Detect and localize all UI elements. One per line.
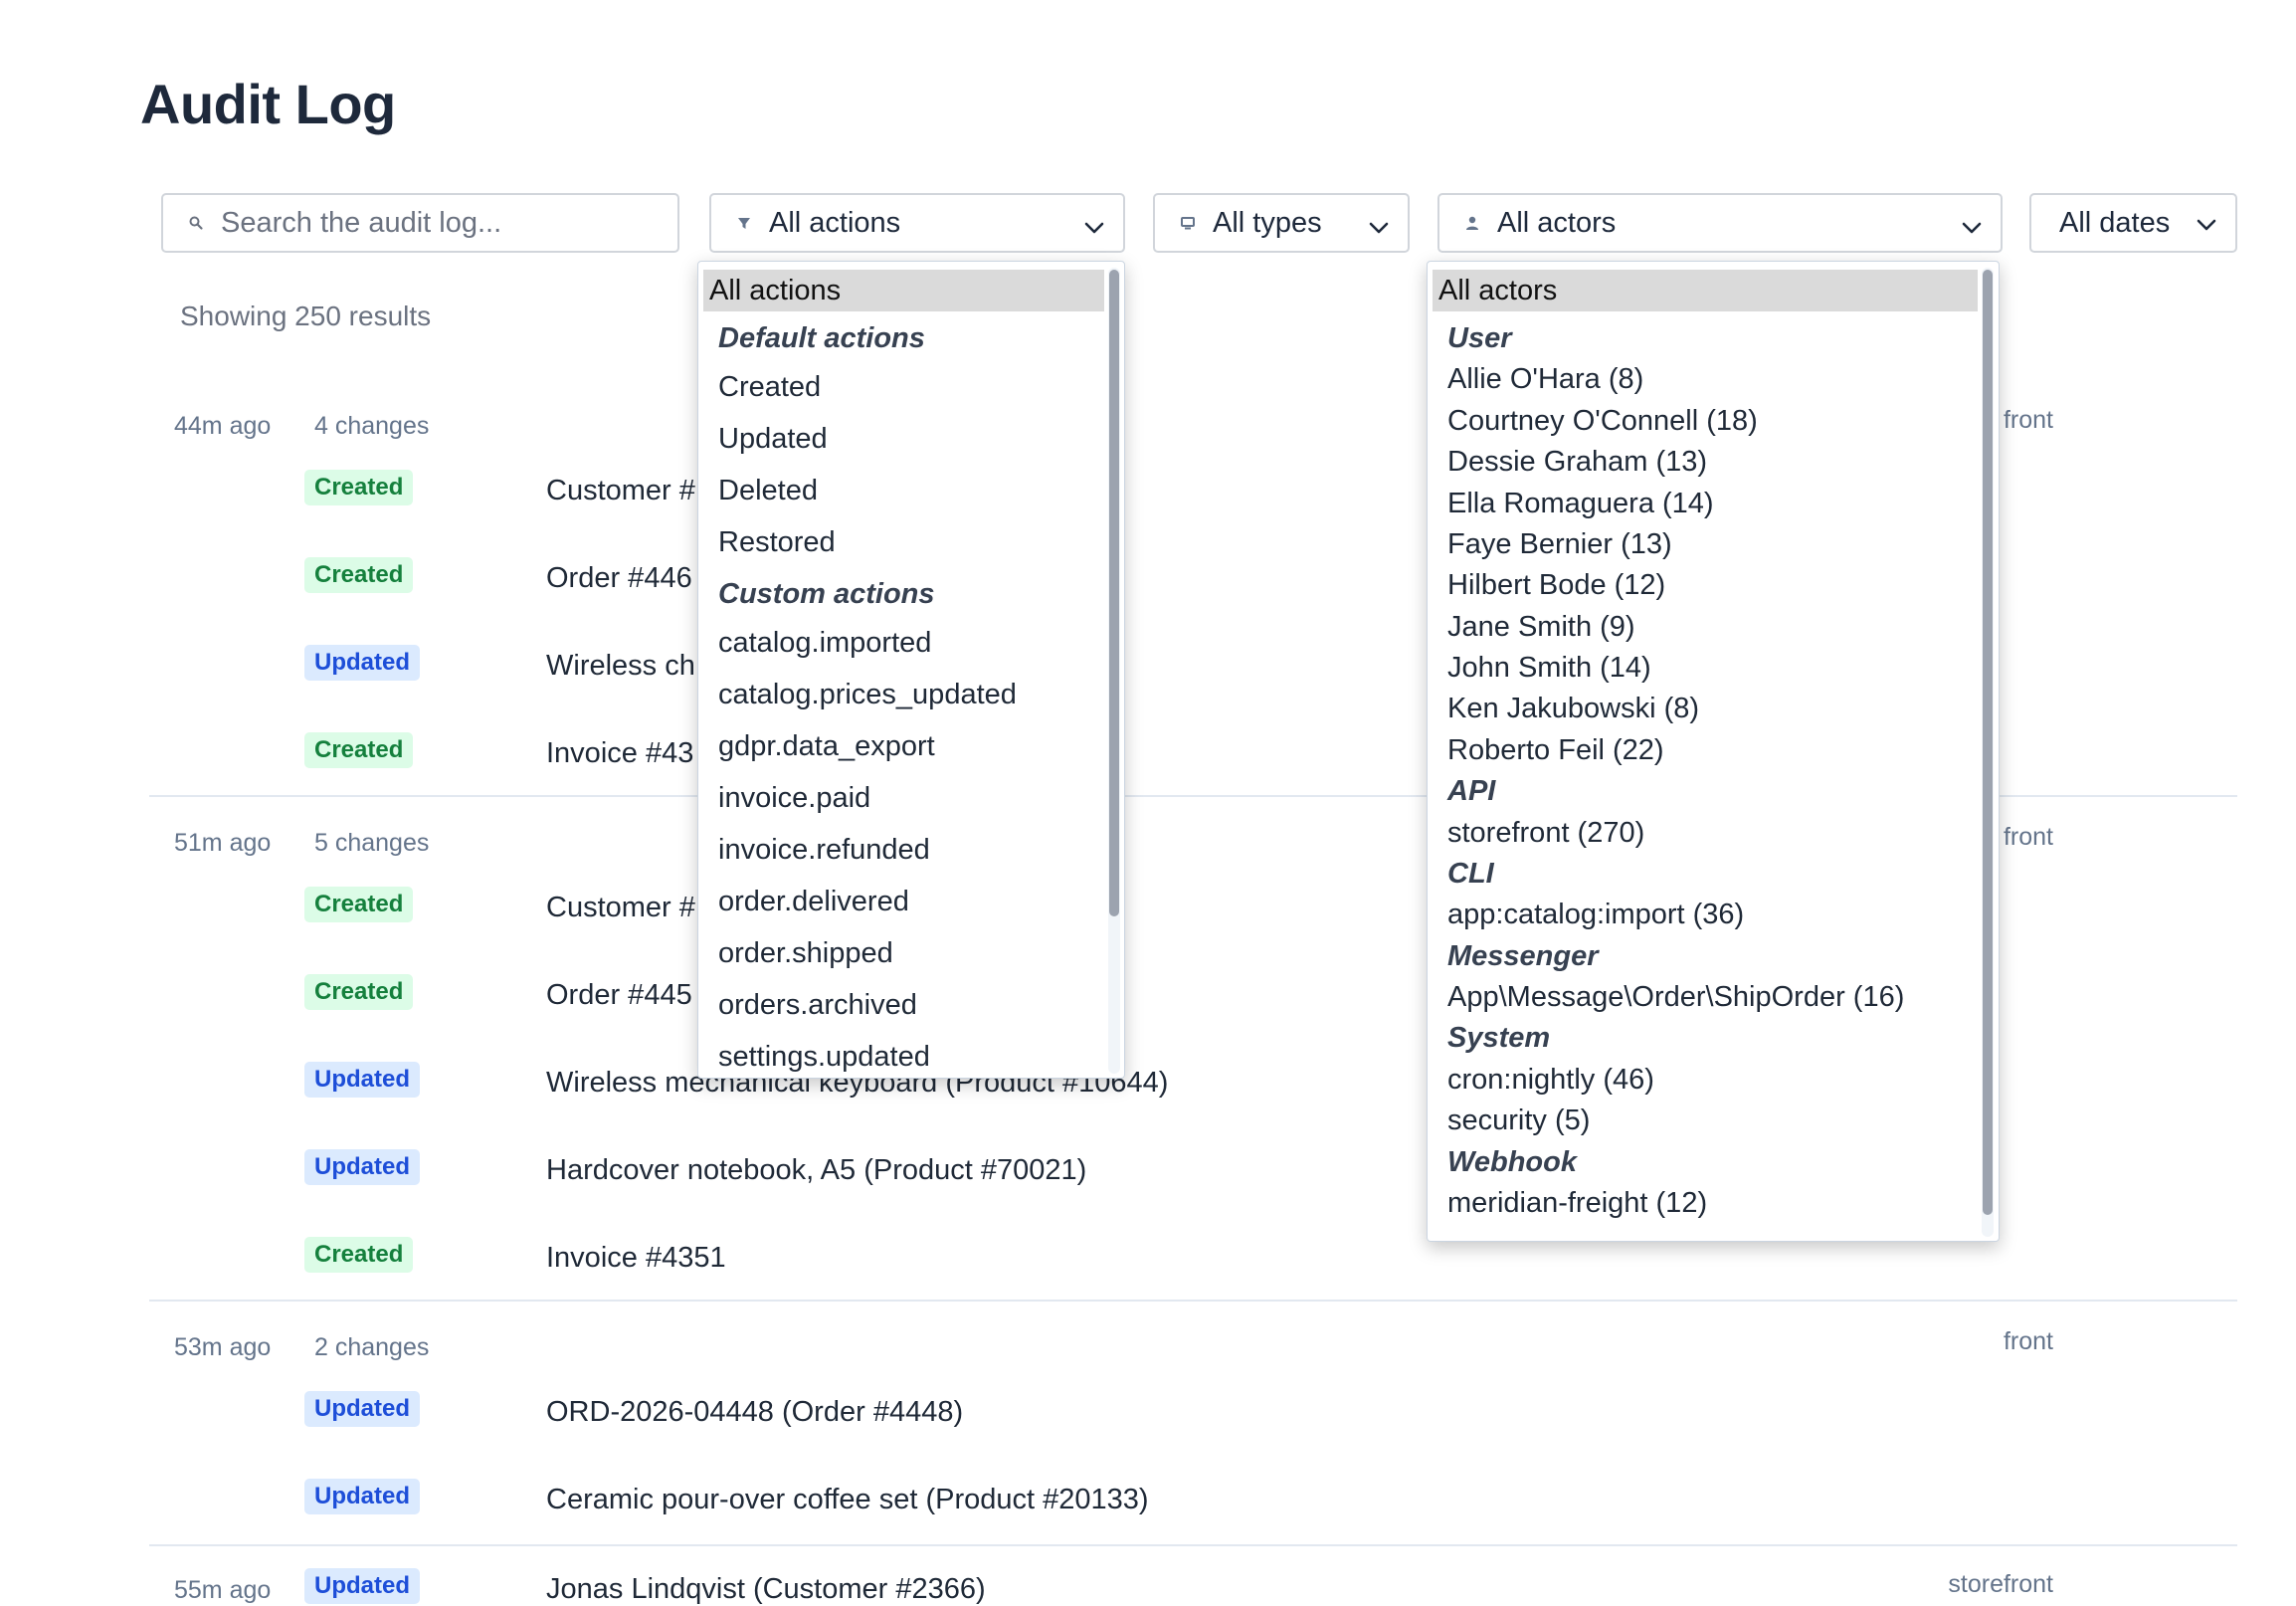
group-timestamp: 51m ago — [174, 829, 272, 857]
actions-filter-select[interactable]: All actions — [709, 193, 1125, 253]
dropdown-option[interactable]: cron:nightly (46) — [1447, 1064, 1654, 1097]
status-badge: Updated — [304, 1062, 420, 1098]
row-subject[interactable]: ORD-2026-04448 (Order #4448) — [546, 1396, 963, 1429]
dropdown-option[interactable]: Roberto Feil (22) — [1447, 734, 1664, 767]
dropdown-option[interactable]: Dessie Graham (13) — [1447, 446, 1707, 479]
row-subject[interactable]: Wireless ch — [546, 650, 695, 683]
dropdown-option-selected[interactable]: All actors — [1433, 270, 1978, 311]
dates-filter-select[interactable]: All dates — [2029, 193, 2237, 253]
status-badge: Created — [304, 470, 414, 505]
monitor-icon — [1177, 215, 1199, 231]
group-timestamp: 55m ago — [174, 1576, 272, 1604]
actors-filter-select[interactable]: All actors — [1437, 193, 2003, 253]
dropdown-option[interactable]: invoice.refunded — [718, 834, 930, 867]
status-badge: Updated — [304, 1391, 420, 1427]
page-title: Audit Log — [140, 73, 396, 135]
dropdown-group-label: User — [1447, 322, 1512, 354]
group-change-count: 4 changes — [314, 412, 430, 440]
dropdown-option[interactable]: security (5) — [1447, 1104, 1590, 1137]
actors-dropdown-list[interactable]: All actors User Allie O'Hara (8) Courtne… — [1427, 261, 2000, 1242]
row-subject[interactable]: Order #445 — [546, 979, 692, 1012]
dropdown-group-label: Custom actions — [718, 578, 935, 610]
types-filter-select[interactable]: All types — [1153, 193, 1410, 253]
dropdown-option[interactable]: meridian-freight (12) — [1447, 1187, 1707, 1220]
dropdown-option[interactable]: Deleted — [718, 475, 818, 507]
filter-icon — [733, 215, 755, 231]
dropdown-option[interactable]: app:catalog:import (36) — [1447, 899, 1744, 931]
search-input[interactable]: Search the audit log... — [161, 193, 679, 253]
dropdown-scrollbar[interactable] — [1108, 268, 1120, 1074]
dropdown-option[interactable]: order.shipped — [718, 937, 893, 970]
dropdown-option[interactable]: Hilbert Bode (12) — [1447, 569, 1665, 602]
row-subject[interactable]: Ceramic pour-over coffee set (Product #2… — [546, 1484, 1149, 1516]
dropdown-option[interactable]: gdpr.data_export — [718, 730, 935, 763]
dropdown-option[interactable]: Ella Romaguera (14) — [1447, 488, 1714, 520]
dropdown-option[interactable]: catalog.prices_updated — [718, 679, 1017, 711]
dropdown-option[interactable]: Jane Smith (9) — [1447, 611, 1635, 644]
group-change-count: 2 changes — [314, 1333, 430, 1361]
scrollbar-thumb[interactable] — [1109, 270, 1119, 916]
status-badge: Created — [304, 732, 414, 768]
group-timestamp: 53m ago — [174, 1333, 272, 1361]
search-icon — [185, 215, 207, 231]
search-placeholder: Search the audit log... — [221, 206, 502, 239]
actors-filter-label: All actors — [1497, 206, 1617, 239]
status-badge: Created — [304, 887, 414, 922]
dropdown-group-label: Webhook — [1447, 1146, 1577, 1178]
dropdown-option[interactable]: Ken Jakubowski (8) — [1447, 693, 1699, 725]
dropdown-option[interactable]: Created — [718, 371, 821, 404]
row-subject[interactable]: Order #446 — [546, 562, 692, 595]
user-icon — [1461, 215, 1483, 231]
row-subject[interactable]: Invoice #43 — [546, 737, 693, 770]
dropdown-option[interactable]: catalog.imported — [718, 627, 931, 660]
dropdown-group-label: CLI — [1447, 858, 1494, 890]
dropdown-option-selected[interactable]: All actions — [703, 270, 1104, 311]
dropdown-option[interactable]: Restored — [718, 526, 836, 559]
types-filter-label: All types — [1213, 206, 1322, 239]
dropdown-option[interactable]: invoice.paid — [718, 782, 870, 815]
actions-filter-label: All actions — [769, 206, 901, 239]
dropdown-option[interactable]: John Smith (14) — [1447, 652, 1651, 685]
chevron-down-icon — [1961, 213, 1983, 246]
dropdown-option[interactable]: App\Message\Order\ShipOrder (16) — [1447, 981, 1904, 1014]
status-badge: Created — [304, 1237, 414, 1273]
group-divider — [149, 1544, 2237, 1546]
dropdown-option[interactable]: storefront (270) — [1447, 817, 1644, 850]
results-count: Showing 250 results — [180, 301, 432, 331]
status-badge: Created — [304, 557, 414, 593]
dropdown-group-label: API — [1447, 775, 1496, 807]
status-badge: Updated — [304, 1568, 420, 1604]
actions-dropdown-list[interactable]: All actions Default actions Created Upda… — [697, 261, 1125, 1079]
status-badge: Updated — [304, 1479, 420, 1514]
group-source: storefront — [1948, 1570, 2053, 1598]
dropdown-option[interactable]: Updated — [718, 423, 828, 456]
row-subject[interactable]: Customer # — [546, 475, 695, 507]
dropdown-group-label: System — [1447, 1022, 1551, 1054]
group-source: front — [2003, 1327, 2053, 1355]
row-subject[interactable]: Customer # — [546, 892, 695, 924]
status-badge: Created — [304, 974, 414, 1010]
dropdown-option[interactable]: Allie O'Hara (8) — [1447, 363, 1643, 396]
dropdown-option[interactable]: order.delivered — [718, 886, 909, 918]
row-subject[interactable]: Invoice #4351 — [546, 1242, 726, 1275]
chevron-down-icon — [2196, 210, 2217, 243]
dropdown-option[interactable]: settings.updated — [718, 1041, 930, 1074]
dropdown-option[interactable]: Courtney O'Connell (18) — [1447, 405, 1758, 438]
dropdown-option[interactable]: orders.archived — [718, 989, 917, 1022]
dropdown-scrollbar[interactable] — [1982, 268, 1994, 1237]
dates-filter-label: All dates — [2059, 207, 2171, 239]
group-timestamp: 44m ago — [174, 412, 272, 440]
chevron-down-icon — [1368, 213, 1390, 246]
row-subject[interactable]: Jonas Lindqvist (Customer #2366) — [546, 1573, 986, 1606]
group-change-count: 5 changes — [314, 829, 430, 857]
row-subject[interactable]: Hardcover notebook, A5 (Product #70021) — [546, 1154, 1086, 1187]
dropdown-group-label: Messenger — [1447, 940, 1599, 972]
dropdown-option[interactable]: Faye Bernier (13) — [1447, 528, 1672, 561]
status-badge: Updated — [304, 1149, 420, 1185]
group-divider — [149, 1300, 2237, 1302]
chevron-down-icon — [1083, 213, 1105, 246]
status-badge: Updated — [304, 645, 420, 681]
scrollbar-thumb[interactable] — [1983, 270, 1993, 1215]
dropdown-group-label: Default actions — [718, 322, 925, 354]
